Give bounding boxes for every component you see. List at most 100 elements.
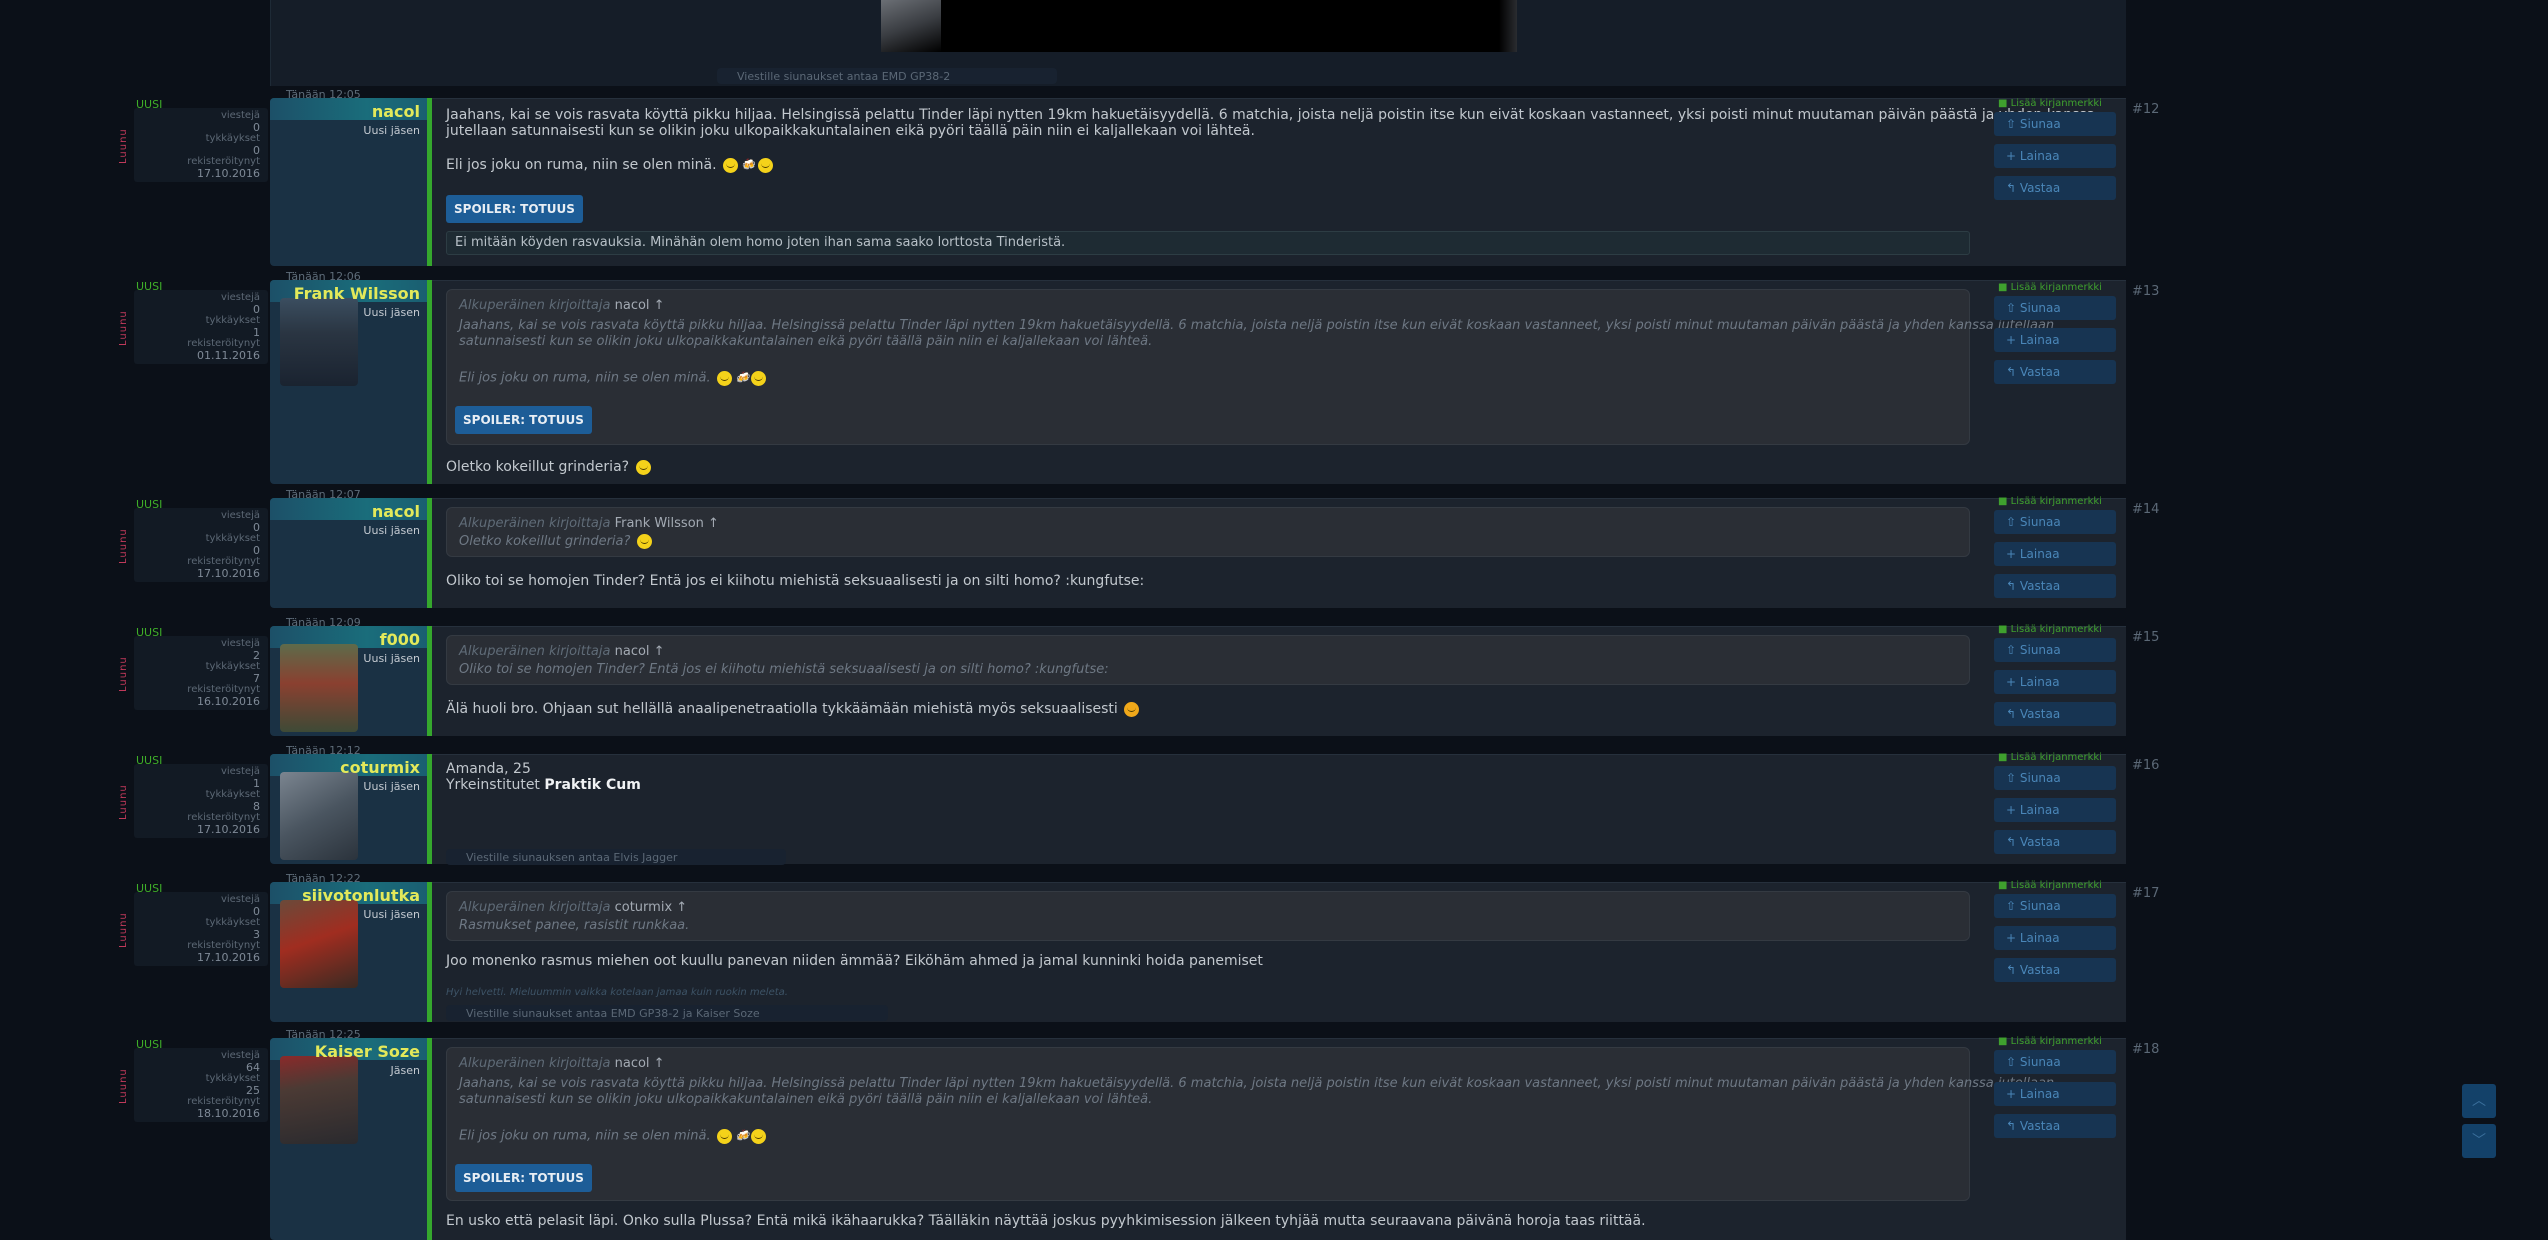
view-post-icon[interactable]: ↑ bbox=[654, 298, 665, 313]
luunu-link[interactable]: Luunu bbox=[118, 1054, 132, 1118]
username[interactable]: nacol bbox=[372, 102, 420, 121]
luunu-link[interactable]: Luunu bbox=[118, 514, 132, 578]
post-content: Alkuperäinen kirjoittaja Frank Wilsson ↑… bbox=[432, 498, 2126, 608]
spoiler-button[interactable]: SPOILER: TOTUUS bbox=[446, 195, 583, 223]
bless-button[interactable]: ⇧ Siunaa bbox=[1994, 638, 2116, 662]
avatar[interactable] bbox=[280, 298, 358, 386]
user-role: Uusi jäsen bbox=[363, 652, 420, 665]
avatar[interactable] bbox=[280, 900, 358, 988]
reply-button[interactable]: ↰ Vastaa bbox=[1994, 176, 2116, 200]
bless-button[interactable]: ⇧ Siunaa bbox=[1994, 1050, 2116, 1074]
quote-button[interactable]: + Lainaa bbox=[1994, 144, 2116, 168]
bless-button[interactable]: ⇧ Siunaa bbox=[1994, 894, 2116, 918]
user-stats: viestejä 64 tykkäykset 25 rekisteröitynyt 1… bbox=[134, 1048, 268, 1122]
user-stats: viestejä 0 tykkäykset 0 rekisteröitynyt 17.… bbox=[134, 108, 268, 182]
username[interactable]: f000 bbox=[380, 630, 420, 649]
user-stats: viestejä 0 tykkäykset 0 rekisteröitynyt 17.… bbox=[134, 508, 268, 582]
post-17: Tänään 12:22 UUSI ★ viestejä0 tykkäykset… bbox=[0, 872, 2548, 1022]
bookmark-link[interactable]: ■ Lisää kirjanmerkki bbox=[1998, 496, 2102, 507]
thanks-bar: Viestille siunaukset antaa EMD GP38-2 bbox=[717, 68, 1057, 84]
reply-button[interactable]: ↰ Vastaa bbox=[1994, 360, 2116, 384]
quote-box: Alkuperäinen kirjoittaja nacol ↑ Oliko t… bbox=[446, 635, 1970, 685]
post-content: Alkuperäinen kirjoittaja nacol ↑ Jaahans… bbox=[432, 1038, 2126, 1240]
post-18: Tänään 12:25 UUSI ★ viestejä64 tykkäykse… bbox=[0, 1028, 2548, 1240]
reply-button[interactable]: ↰ Vastaa bbox=[1994, 1114, 2116, 1138]
previous-post-fragment: Viestille siunaukset antaa EMD GP38-2 bbox=[270, 0, 2126, 86]
bless-button[interactable]: ⇧ Siunaa bbox=[1994, 510, 2116, 534]
quote-button[interactable]: + Lainaa bbox=[1994, 542, 2116, 566]
username[interactable]: Frank Wilsson bbox=[294, 284, 420, 303]
luunu-link[interactable]: Luunu bbox=[118, 296, 132, 360]
thinking-icon bbox=[635, 459, 651, 475]
quote-button[interactable]: + Lainaa bbox=[1994, 1082, 2116, 1106]
bless-button[interactable]: ⇧ Siunaa bbox=[1994, 296, 2116, 320]
thinking-icon bbox=[636, 534, 652, 549]
smile-icon bbox=[751, 370, 767, 386]
bookmark-link[interactable]: ■ Lisää kirjanmerkki bbox=[1998, 1036, 2102, 1047]
post-number[interactable]: #18 bbox=[2132, 1042, 2159, 1057]
view-post-icon[interactable]: ↑ bbox=[676, 900, 687, 915]
reply-button[interactable]: ↰ Vastaa bbox=[1994, 958, 2116, 982]
user-box: nacol Uusi jäsen bbox=[270, 98, 432, 266]
post-number[interactable]: #17 bbox=[2132, 886, 2159, 901]
scroll-down-button[interactable]: ﹀ bbox=[2462, 1124, 2496, 1158]
avatar[interactable] bbox=[280, 1056, 358, 1144]
user-role: Jäsen bbox=[390, 1064, 420, 1077]
spoiler-button[interactable]: SPOILER: TOTUUS bbox=[455, 1164, 592, 1192]
luunu-link[interactable]: Luunu bbox=[118, 770, 132, 834]
bookmark-link[interactable]: ■ Lisää kirjanmerkki bbox=[1998, 624, 2102, 635]
bless-button[interactable]: ⇧ Siunaa bbox=[1994, 112, 2116, 136]
thanks-bar: Viestille siunaukset antaa EMD GP38-2 ja… bbox=[446, 1005, 888, 1021]
signature: Hyi helvetti. Mieluummin vaikka kotelaan… bbox=[446, 987, 788, 998]
luunu-link[interactable]: Luunu bbox=[118, 898, 132, 962]
view-post-icon[interactable]: ↑ bbox=[708, 516, 719, 531]
quote-box: Alkuperäinen kirjoittaja Frank Wilsson ↑… bbox=[446, 507, 1970, 557]
reply-button[interactable]: ↰ Vastaa bbox=[1994, 830, 2116, 854]
reply-button[interactable]: ↰ Vastaa bbox=[1994, 702, 2116, 726]
post-content: Amanda, 25 Yrkeinstitutet Praktik Cum Vi… bbox=[432, 754, 2126, 865]
spoiler-content: Ei mitään köyden rasvauksia. Minähän ole… bbox=[446, 231, 1970, 255]
quote-button[interactable]: + Lainaa bbox=[1994, 328, 2116, 352]
cheers-icon: 🍻 bbox=[735, 371, 750, 384]
embedded-image bbox=[881, 0, 1517, 52]
post-content: Alkuperäinen kirjoittaja coturmix ↑ Rasm… bbox=[432, 882, 2126, 1022]
luunu-link[interactable]: Luunu bbox=[118, 114, 132, 178]
smile-icon bbox=[722, 157, 738, 173]
quote-button[interactable]: + Lainaa bbox=[1994, 926, 2116, 950]
user-stats: viestejä 2 tykkäykset 7 rekisteröitynyt 16.… bbox=[134, 636, 268, 710]
username[interactable]: nacol bbox=[372, 502, 420, 521]
username[interactable]: Kaiser Soze bbox=[315, 1042, 420, 1061]
post-16: Tänään 12:12 UUSI ★ viestejä1 tykkäykset… bbox=[0, 744, 2548, 865]
quote-button[interactable]: + Lainaa bbox=[1994, 670, 2116, 694]
post-12: Tänään 12:05 UUSI ★ viestejä0 tykkäykset… bbox=[0, 88, 2548, 266]
quote-box: Alkuperäinen kirjoittaja nacol ↑ Jaahans… bbox=[446, 1047, 2054, 1201]
scroll-up-button[interactable]: ︿ bbox=[2462, 1084, 2496, 1118]
user-box: siivotonlutka Uusi jäsen bbox=[270, 882, 432, 1022]
user-role: Uusi jäsen bbox=[363, 124, 420, 137]
bookmark-link[interactable]: ■ Lisää kirjanmerkki bbox=[1998, 282, 2102, 293]
bookmark-link[interactable]: ■ Lisää kirjanmerkki bbox=[1998, 880, 2102, 891]
post-14: Tänään 12:07 UUSI ★ viestejä0 tykkäykset… bbox=[0, 488, 2548, 608]
view-post-icon[interactable]: ↑ bbox=[654, 1056, 665, 1071]
cheers-icon: 🍻 bbox=[741, 158, 756, 171]
spoiler-button[interactable]: SPOILER: TOTUUS bbox=[455, 406, 592, 434]
thanks-bar: Viestille siunauksen antaa Elvis Jagger bbox=[446, 849, 786, 865]
avatar[interactable] bbox=[280, 644, 358, 732]
luunu-link[interactable]: Luunu bbox=[118, 642, 132, 706]
view-post-icon[interactable]: ↑ bbox=[654, 644, 665, 659]
post-number[interactable]: #13 bbox=[2132, 284, 2159, 299]
user-role: Uusi jäsen bbox=[363, 780, 420, 793]
bookmark-link[interactable]: ■ Lisää kirjanmerkki bbox=[1998, 98, 2102, 109]
post-number[interactable]: #14 bbox=[2132, 502, 2159, 517]
bookmark-link[interactable]: ■ Lisää kirjanmerkki bbox=[1998, 752, 2102, 763]
cheers-icon: 🍻 bbox=[735, 1129, 750, 1142]
post-number[interactable]: #16 bbox=[2132, 758, 2159, 773]
bless-button[interactable]: ⇧ Siunaa bbox=[1994, 766, 2116, 790]
avatar[interactable] bbox=[280, 772, 358, 860]
quote-button[interactable]: + Lainaa bbox=[1994, 798, 2116, 822]
post-number[interactable]: #15 bbox=[2132, 630, 2159, 645]
post-number[interactable]: #12 bbox=[2132, 102, 2159, 117]
reply-button[interactable]: ↰ Vastaa bbox=[1994, 574, 2116, 598]
username[interactable]: siivotonlutka bbox=[302, 886, 420, 905]
username[interactable]: coturmix bbox=[340, 758, 420, 777]
